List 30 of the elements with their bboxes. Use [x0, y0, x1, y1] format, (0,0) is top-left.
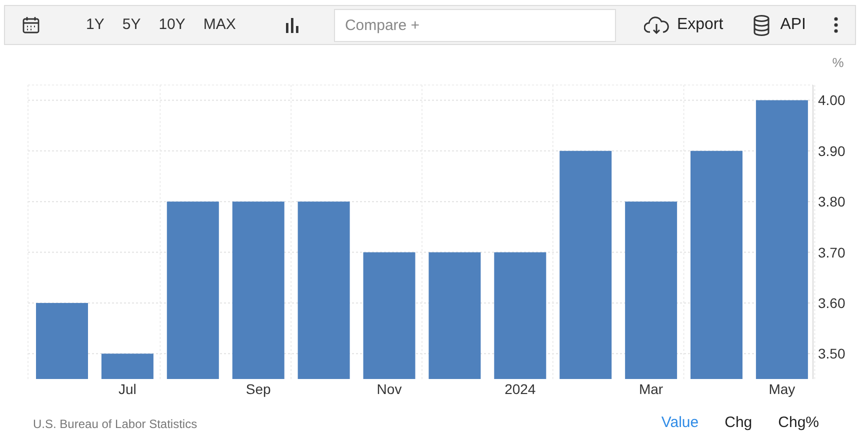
- range-button[interactable]: MAX: [195, 14, 244, 36]
- x-axis-label: Jul: [118, 381, 136, 397]
- x-axis-label: 2024: [504, 381, 536, 397]
- x-axis-label: Mar: [638, 381, 664, 397]
- y-axis-label: 3.50: [818, 346, 846, 362]
- y-axis-label: 4.00: [818, 92, 846, 108]
- range-button[interactable]: 10Y: [150, 14, 194, 36]
- view-tab[interactable]: Chg: [724, 412, 752, 435]
- bar-chart-icon[interactable]: [284, 17, 300, 33]
- calendar-icon[interactable]: [22, 16, 40, 34]
- more-menu-icon[interactable]: [834, 17, 838, 33]
- compare-field[interactable]: Compare +: [334, 8, 616, 42]
- y-axis-label: 3.90: [818, 142, 846, 159]
- cloud-download-icon: [644, 16, 669, 34]
- range-button[interactable]: 1Y: [78, 14, 112, 36]
- source-text: U.S. Bureau of Labor Statistics: [33, 416, 198, 432]
- x-axis-label: Sep: [246, 381, 271, 397]
- view-tab[interactable]: Value: [661, 412, 699, 435]
- database-icon: [753, 14, 770, 36]
- y-axis-label: 3.70: [818, 244, 846, 260]
- bar: [101, 354, 154, 379]
- api-button[interactable]: API: [753, 13, 806, 37]
- y-axis-label: 3.80: [818, 194, 846, 210]
- x-axis-label: Nov: [376, 381, 402, 397]
- y-axis-label: 3.60: [818, 294, 846, 311]
- x-axis-label: May: [768, 381, 796, 397]
- unit-label: %: [832, 55, 844, 70]
- export-button[interactable]: Export: [644, 13, 724, 37]
- view-tab[interactable]: Chg%: [778, 412, 819, 435]
- range-button[interactable]: 5Y: [114, 14, 149, 36]
